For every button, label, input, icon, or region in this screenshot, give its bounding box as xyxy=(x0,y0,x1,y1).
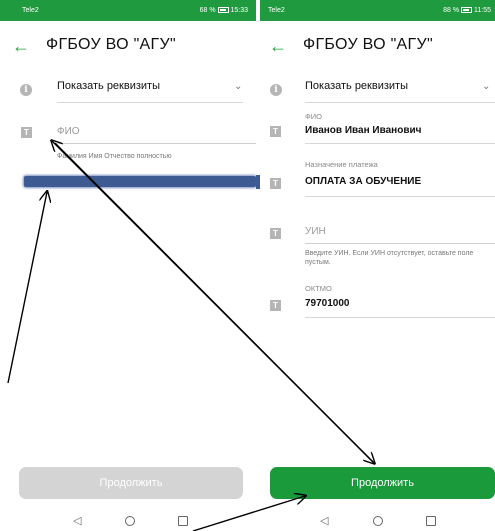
battery-icon xyxy=(461,7,473,13)
purpose-field[interactable]: ОПЛАТА ЗА ОБУЧЕНИЕ xyxy=(305,176,421,187)
nav-recent-icon[interactable] xyxy=(178,516,188,526)
battery-icon xyxy=(217,7,229,13)
text-field-icon: T xyxy=(270,228,281,239)
right-screen: Tele2 88 % 11:55 ← ФГБОУ ВО "АГУ" i Пока… xyxy=(260,0,495,531)
divider xyxy=(305,102,495,103)
uin-hint: Введите УИН. Если УИН отсутствует, остав… xyxy=(305,250,474,266)
continue-button[interactable]: Продолжить xyxy=(270,467,495,499)
divider xyxy=(57,102,243,103)
chevron-down-icon[interactable]: ⌄ xyxy=(234,82,244,92)
back-arrow-icon[interactable]: ← xyxy=(12,36,30,56)
info-icon: i xyxy=(270,84,282,96)
nav-recent-icon[interactable] xyxy=(426,516,436,526)
nav-home-icon[interactable] xyxy=(125,516,135,526)
oktmo-field[interactable]: 79701000 xyxy=(305,298,350,309)
divider xyxy=(305,317,495,318)
carrier-text: Tele2 xyxy=(268,7,285,14)
info-icon: i xyxy=(20,84,32,96)
divider xyxy=(305,143,495,144)
nav-back-icon[interactable]: ◁ xyxy=(320,514,332,528)
divider xyxy=(305,196,495,197)
clock: 11:55 xyxy=(474,7,491,14)
back-arrow-icon[interactable]: ← xyxy=(269,36,287,56)
page-title: ФГБОУ ВО "АГУ" xyxy=(303,36,433,53)
oktmo-caption: ОКТМО xyxy=(305,284,332,293)
status-bar: Tele2 68 % 15:33 xyxy=(0,0,256,21)
text-field-icon: T xyxy=(270,300,281,311)
nav-back-icon[interactable]: ◁ xyxy=(73,514,85,528)
show-requisites-label[interactable]: Показать реквизиты xyxy=(57,80,160,92)
page-title: ФГБОУ ВО "АГУ" xyxy=(46,36,176,53)
fio-caption: ФИО xyxy=(305,112,322,121)
battery-percent: 88 % xyxy=(443,7,460,14)
uin-underline xyxy=(305,243,495,244)
text-field-icon: T xyxy=(270,178,281,189)
show-requisites-label[interactable]: Показать реквизиты xyxy=(305,80,408,92)
status-bar: Tele2 88 % 11:55 xyxy=(260,0,495,21)
redaction-bar xyxy=(24,176,256,187)
fio-hint: Фамилия Имя Отчество полностью xyxy=(57,153,172,160)
fio-input[interactable]: ФИО xyxy=(57,126,80,137)
text-field-icon: T xyxy=(270,126,281,137)
purpose-caption: Назначение платежа xyxy=(305,160,378,169)
text-field-icon: T xyxy=(21,127,32,138)
chevron-down-icon[interactable]: ⌄ xyxy=(482,82,492,92)
uin-input[interactable]: УИН xyxy=(305,226,326,237)
status-right: 68 % 15:33 xyxy=(200,7,248,14)
fio-underline xyxy=(57,143,256,144)
fio-field[interactable]: Иванов Иван Иванович xyxy=(305,125,421,136)
system-nav-bar: ◁ xyxy=(260,513,495,531)
battery-percent: 68 % xyxy=(199,7,216,14)
system-nav-bar: ◁ xyxy=(0,513,256,531)
status-right: 88 % 11:55 xyxy=(443,7,491,14)
nav-home-icon[interactable] xyxy=(373,516,383,526)
clock: 15:33 xyxy=(230,7,248,14)
carrier-text: Tele2 xyxy=(22,7,39,14)
continue-button-disabled[interactable]: Продолжить xyxy=(19,467,243,499)
left-screen: Tele2 68 % 15:33 ← ФГБОУ ВО "АГУ" i Пока… xyxy=(0,0,256,531)
